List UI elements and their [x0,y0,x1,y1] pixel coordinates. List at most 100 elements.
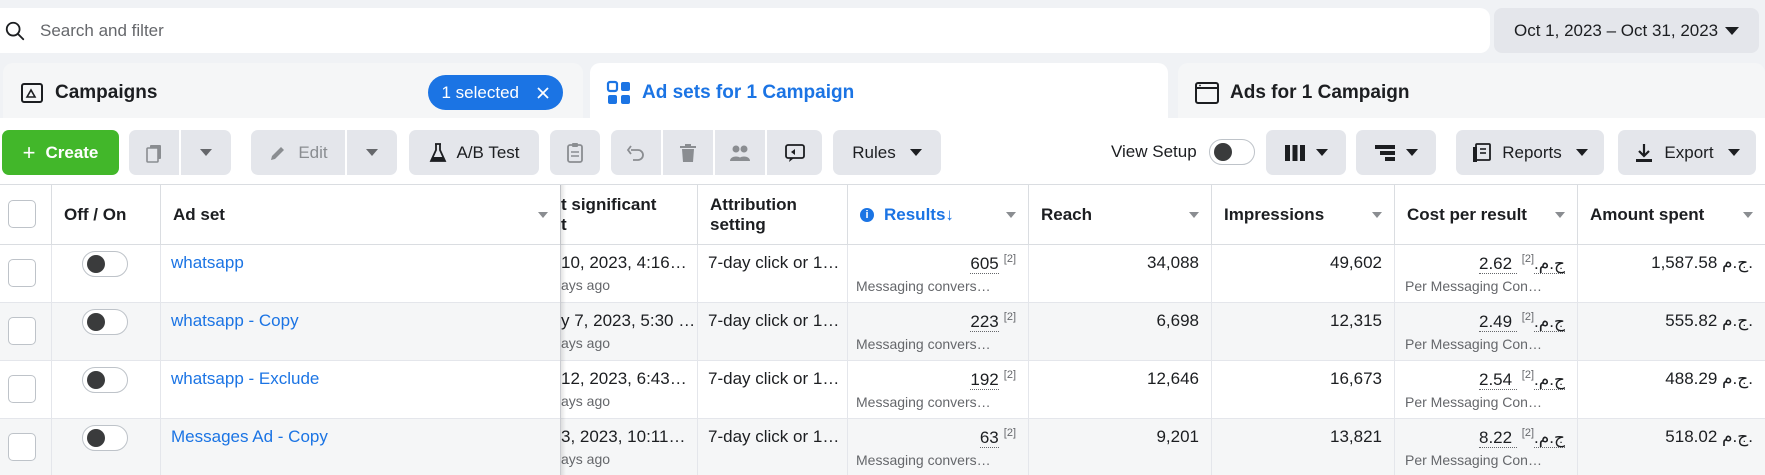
duplicate-menu-button[interactable] [181,130,231,175]
results-value[interactable]: 605 [970,253,999,274]
select-all-checkbox[interactable] [8,200,36,228]
last-edit-relative: ays ago [561,335,611,351]
header-attribution-setting[interactable]: Attribution setting [698,185,848,245]
results-footnote[interactable]: [2] [1004,427,1016,439]
results-footnote[interactable]: [2] [1004,369,1016,381]
header-results[interactable]: i Results ↓ [848,185,1029,245]
export-button[interactable]: Export [1618,130,1756,175]
reach-value: 34,088 [1147,253,1199,272]
filter-bar: Oct 1, 2023 – Oct 31, 2023 [0,0,1765,58]
ab-test-button[interactable]: A/B Test [409,130,539,175]
view-setup-toggle[interactable] [1209,139,1255,165]
header-last-significant-edit[interactable]: t significantt [561,185,698,245]
row-toggle-cell [52,361,161,419]
ad-set-name-link[interactable]: whatsapp - Exclude [171,369,319,388]
ad-set-name-link[interactable]: whatsapp - Copy [171,311,299,330]
ad-set-name-link[interactable]: whatsapp [171,253,244,272]
row-toggle-cell [52,419,161,475]
chevron-down-icon [538,212,548,218]
preview-button[interactable] [767,130,822,175]
tab-campaigns[interactable]: Campaigns 1 selected [3,63,583,123]
columns-icon [1285,144,1305,161]
cost-footnote[interactable]: [2] [1522,253,1534,265]
edit-button[interactable]: Edit [251,130,345,175]
export-label: Export [1664,142,1714,162]
results-cell: 192 [2] Messaging convers… [848,361,1029,419]
cost-footnote[interactable]: [2] [1522,369,1534,381]
chevron-down-icon [1006,212,1016,218]
chevron-down-icon [1725,27,1739,35]
ab-test-label: A/B Test [456,142,520,162]
results-footnote[interactable]: [2] [1004,253,1016,265]
reports-label: Reports [1502,142,1562,162]
sort-arrow-icon: ↓ [945,204,954,224]
tab-ads-label: Ads for 1 Campaign [1230,82,1410,103]
ad-set-toggle[interactable] [82,251,128,277]
tab-ads[interactable]: Ads for 1 Campaign [1178,63,1765,123]
last-edit-cell: 10, 2023, 4:16… ays ago [561,245,698,303]
row-checkbox[interactable] [8,317,36,345]
table-row[interactable]: whatsapp - Exclude 12, 2023, 6:43… ays a… [0,361,1765,419]
table-row[interactable]: whatsapp 10, 2023, 4:16… ays ago 7-day c… [0,245,1765,303]
undo-button[interactable] [611,130,661,175]
last-edit-relative: ays ago [561,393,611,409]
row-checkbox[interactable] [8,259,36,287]
impressions-cell: 16,673 [1212,361,1395,419]
reports-button[interactable]: Reports [1456,130,1604,175]
undo-icon [626,144,644,161]
selected-filter-pill[interactable]: 1 selected [427,75,563,110]
results-value[interactable]: 192 [970,369,999,390]
header-amount-spent[interactable]: Amount spent [1578,185,1765,245]
create-button[interactable]: + Create [2,130,119,175]
breakdown-button[interactable] [1356,130,1436,175]
clipboard-button[interactable] [550,130,600,175]
tab-ad-sets-label: Ad sets for 1 Campaign [642,82,855,103]
delete-button[interactable] [663,130,713,175]
attribution-cell: 7-day click or 1… [698,361,848,419]
frozen-column-shadow [560,185,566,475]
cost-footnote[interactable]: [2] [1522,311,1534,323]
search-box[interactable] [0,8,1490,53]
ad-set-name-link[interactable]: Messages Ad - Copy [171,427,328,446]
selected-count-label: 1 selected [441,82,520,102]
row-checkbox[interactable] [8,375,36,403]
row-checkbox[interactable] [8,433,36,461]
header-impressions-label: Impressions [1224,204,1325,224]
duplicate-button[interactable] [129,130,179,175]
chat-preview-icon [784,143,805,162]
attribution-cell: 7-day click or 1… [698,419,848,475]
table-row[interactable]: whatsapp - Copy y 7, 2023, 5:30 … ays ag… [0,303,1765,361]
amount-spent-cell: 518.02 ج.م. [1578,419,1765,475]
last-edit-date: 10, 2023, 4:16… [561,253,687,272]
header-ad-set[interactable]: Ad set [161,185,561,245]
results-footnote[interactable]: [2] [1004,311,1016,323]
ad-set-toggle[interactable] [82,309,128,335]
amount-spent-cell: 1,587.58 ج.م. [1578,245,1765,303]
ad-set-toggle[interactable] [82,425,128,451]
trash-icon [680,143,696,162]
header-reach[interactable]: Reach [1029,185,1212,245]
header-off-on[interactable]: Off / On [52,185,161,245]
results-value[interactable]: 63 [979,427,999,448]
tab-ad-sets[interactable]: Ad sets for 1 Campaign [590,63,1168,123]
tab-campaigns-label: Campaigns [55,82,158,103]
date-range-picker[interactable]: Oct 1, 2023 – Oct 31, 2023 [1494,8,1759,53]
header-cost-per-result[interactable]: Cost per result [1395,185,1578,245]
reach-cell: 34,088 [1029,245,1212,303]
info-icon[interactable]: i [860,207,874,222]
columns-button[interactable] [1266,130,1346,175]
audience-button[interactable] [715,130,765,175]
edit-menu-button[interactable] [347,130,397,175]
chevron-down-icon [909,149,922,156]
rules-button[interactable]: Rules [833,130,941,175]
cost-footnote[interactable]: [2] [1522,427,1534,439]
results-value[interactable]: 223 [970,311,999,332]
table-row[interactable]: Messages Ad - Copy 3, 2023, 10:11… ays a… [0,419,1765,475]
search-input[interactable] [40,8,1340,53]
close-icon[interactable] [537,86,549,99]
header-impressions[interactable]: Impressions [1212,185,1395,245]
ad-set-toggle[interactable] [82,367,128,393]
row-select-cell [0,245,52,303]
ad-sets-table: Off / On Ad set t significantt Attributi… [0,184,1765,475]
chevron-down-icon [1189,212,1199,218]
